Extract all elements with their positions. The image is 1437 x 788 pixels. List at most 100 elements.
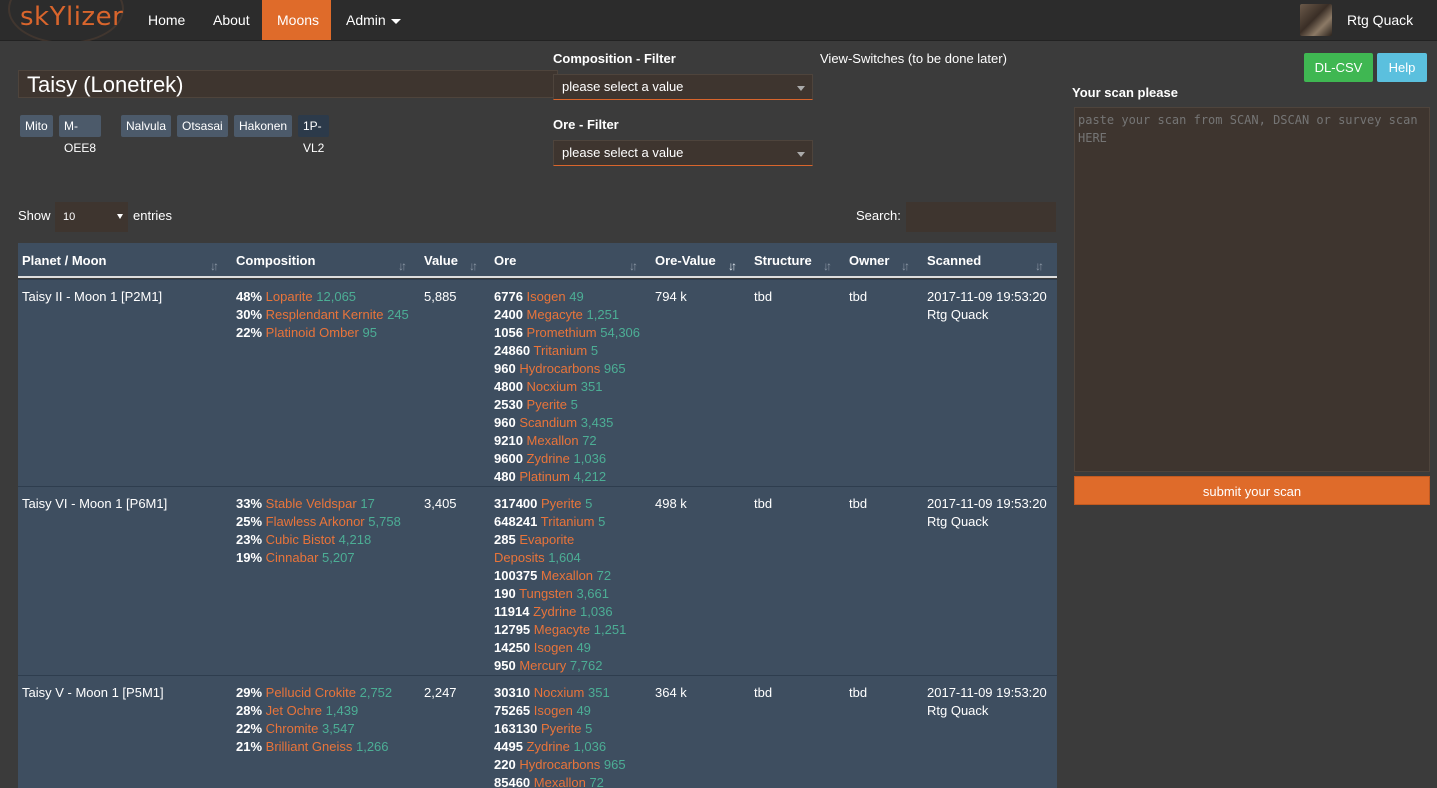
- table-row[interactable]: Taisy V - Moon 1 [P5M1] 29% Pellucid Crok…: [18, 675, 1057, 788]
- navbar: skYlizer Home About Moons Admin Rtg Quac…: [0, 0, 1437, 64]
- nav-admin-dropdown[interactable]: Admin: [331, 0, 416, 40]
- dl-csv-button[interactable]: DL-CSV: [1304, 53, 1373, 82]
- entries-length-select[interactable]: 10: [55, 202, 128, 232]
- ore-quantity: 6776: [494, 289, 523, 304]
- ore-item: 14250 Isogen 49: [494, 639, 652, 657]
- ore-name: Isogen: [526, 289, 566, 304]
- system-tag[interactable]: Mito: [20, 115, 53, 137]
- scanned-date: 2017-11-09 19:53:20: [927, 289, 1047, 304]
- column-header-composition[interactable]: Composition ↓↑: [232, 243, 420, 276]
- ore-filter-select[interactable]: please select a value: [553, 140, 813, 166]
- ore-name: Scandium: [519, 415, 578, 430]
- system-tag[interactable]: M-OEE8: [59, 115, 102, 155]
- composition-percent: 28%: [236, 703, 263, 718]
- ore-unit-value: 351: [580, 379, 603, 394]
- ore-quantity: 4495: [494, 739, 523, 754]
- moon-value: 5,885: [424, 289, 457, 304]
- ore-quantity: 317400: [494, 496, 538, 511]
- chevron-down-icon: [797, 152, 805, 157]
- composition-item: 28% Jet Ochre 1,439: [236, 702, 421, 720]
- composition-item: 22% Chromite 3,547: [236, 720, 421, 738]
- column-header-planet-moon[interactable]: Planet / Moon ↓↑: [18, 243, 232, 276]
- ore-unit-value: 54,306: [600, 325, 641, 340]
- composition-ore-name: Stable Veldspar: [265, 496, 357, 511]
- ore-name: Mexallon: [526, 433, 579, 448]
- ore-unit-value: 3,435: [580, 415, 614, 430]
- show-label: Show: [18, 208, 51, 223]
- structure: tbd: [754, 496, 773, 511]
- column-header-ore[interactable]: Ore ↓↑: [490, 243, 651, 276]
- page-title: Taisy (Lonetrek): [27, 72, 184, 97]
- column-header-structure[interactable]: Structure ↓↑: [750, 243, 845, 276]
- ore-quantity: 480: [494, 469, 516, 484]
- ore-item: 6776 Isogen 49: [494, 288, 652, 306]
- brand-logo[interactable]: skYlizer: [0, 0, 130, 41]
- search-input[interactable]: [906, 202, 1056, 232]
- scan-input[interactable]: [1074, 107, 1430, 472]
- ore-quantity: 950: [494, 658, 516, 673]
- ore-quantity: 9600: [494, 451, 523, 466]
- ore-filter-value: please select a value: [562, 145, 684, 160]
- ore-item: 4495 Zydrine 1,036: [494, 738, 652, 756]
- ore-name: Isogen: [533, 640, 573, 655]
- ore-item: 4800 Nocxium 351: [494, 378, 652, 396]
- column-header-scanned[interactable]: Scanned ↓↑: [923, 243, 1057, 276]
- user-avatar[interactable]: [1300, 4, 1332, 36]
- ore-item: 2530 Pyerite 5: [494, 396, 652, 414]
- ore-name: Zydrine: [526, 451, 570, 466]
- ore-unit-value: 965: [603, 361, 626, 376]
- ore-quantity: 100375: [494, 568, 538, 583]
- ore-cell: 30310 Nocxium 351 75265 Isogen 49 163130 P…: [494, 684, 652, 788]
- help-button[interactable]: Help: [1377, 53, 1427, 82]
- composition-item: 48% Loparite 12,065: [236, 288, 421, 306]
- ore-quantity: 163130: [494, 721, 538, 736]
- column-header-ore-value[interactable]: Ore-Value ↓↑: [651, 243, 750, 276]
- nav-home[interactable]: Home: [133, 0, 200, 40]
- ore-item: 480 Platinum 4,212: [494, 468, 652, 486]
- ore-unit-value: 72: [589, 775, 604, 788]
- owner: tbd: [849, 289, 868, 304]
- column-header-value[interactable]: Value ↓↑: [420, 243, 490, 276]
- composition-ore-value: 5,758: [368, 514, 401, 529]
- caret-down-icon: [390, 18, 401, 24]
- scan-label: Your scan please: [1072, 85, 1178, 100]
- composition-item: 25% Flawless Arkonor 5,758: [236, 513, 421, 531]
- ore-item: 163130 Pyerite 5: [494, 720, 652, 738]
- ore-unit-value: 1,604: [548, 550, 581, 565]
- composition-percent: 29%: [236, 685, 263, 700]
- system-tag[interactable]: 1P-VL2: [298, 115, 330, 155]
- composition-ore-name: Platinoid Omber: [265, 325, 359, 340]
- ore-quantity: 220: [494, 757, 516, 772]
- composition-filter-select[interactable]: please select a value: [553, 74, 813, 100]
- user-menu-dropdown[interactable]: Rtg Quack: [1332, 0, 1437, 64]
- ore-name: Isogen: [533, 703, 573, 718]
- moon-name: Taisy VI - Moon 1 [P6M1]: [22, 496, 168, 511]
- composition-ore-value: 12,065: [316, 289, 357, 304]
- ore-name: Nocxium: [526, 379, 578, 394]
- ore-unit-value: 3,661: [576, 586, 609, 601]
- ore-quantity: 9210: [494, 433, 523, 448]
- submit-scan-button[interactable]: submit your scan: [1074, 476, 1430, 505]
- system-tag[interactable]: Nalvula: [121, 115, 172, 137]
- ore-unit-value: 49: [569, 289, 584, 304]
- composition-item: 33% Stable Veldspar 17: [236, 495, 421, 513]
- table-row[interactable]: Taisy VI - Moon 1 [P6M1] 33% Stable Velds…: [18, 486, 1057, 675]
- column-label: Structure: [754, 253, 812, 268]
- composition-percent: 33%: [236, 496, 263, 511]
- nav-moons[interactable]: Moons: [262, 0, 331, 40]
- ore-name: Promethium: [526, 325, 597, 340]
- column-label: Ore: [494, 253, 517, 268]
- ore-unit-value: 5: [585, 496, 593, 511]
- ore-item: 24860 Tritanium 5: [494, 342, 652, 360]
- column-header-owner[interactable]: Owner ↓↑: [845, 243, 923, 276]
- ore-item: 285 Evaporite: [494, 531, 652, 549]
- system-tag[interactable]: Otsasai: [177, 115, 228, 137]
- system-tag[interactable]: Hakonen: [234, 115, 293, 137]
- table-row[interactable]: Taisy II - Moon 1 [P2M1] 48% Loparite 12,…: [18, 279, 1057, 486]
- ore-unit-value: 1,036: [580, 604, 613, 619]
- composition-ore-value: 3,547: [322, 721, 355, 736]
- composition-ore-value: 2,752: [359, 685, 393, 700]
- composition-item: 23% Cubic Bistot 4,218: [236, 531, 421, 549]
- ore-quantity: 14250: [494, 640, 531, 655]
- nav-about[interactable]: About: [198, 0, 265, 40]
